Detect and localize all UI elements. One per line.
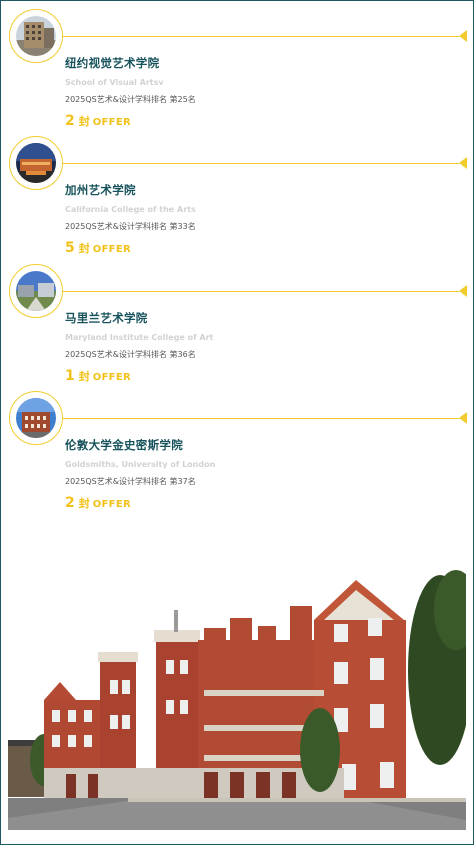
offer-count: 2 封 OFFER [65, 110, 131, 129]
arrow-left-icon [459, 285, 467, 297]
offer-word: OFFER [92, 117, 131, 128]
school-photo [16, 398, 56, 438]
school-avatar [9, 391, 63, 445]
offer-count: 1 封 OFFER [65, 365, 131, 384]
school-photo [16, 143, 56, 183]
divider-line [63, 36, 459, 37]
offer-number: 2 [65, 495, 75, 511]
offer-number: 1 [65, 368, 75, 384]
offer-unit: 封 [78, 497, 90, 510]
offer-unit: 封 [78, 242, 90, 255]
offer-word: OFFER [92, 244, 131, 255]
school-name: 伦敦大学金史密斯学院 [65, 438, 183, 452]
qs-rank: 2025QS艺术&设计学科排名 第37名 [65, 477, 196, 486]
school-entry: 纽约视觉艺术学院 School of Visual Artsv 2025QS艺术… [0, 9, 474, 137]
school-name: 马里兰艺术学院 [65, 311, 148, 325]
offer-word: OFFER [92, 372, 131, 383]
school-name-en: School of Visual Artsv [65, 78, 164, 87]
divider-line [63, 418, 459, 419]
school-entry: 伦敦大学金史密斯学院 Goldsmiths, University of Lon… [0, 391, 474, 519]
school-name-en: California College of the Arts [65, 205, 196, 214]
offer-count: 2 封 OFFER [65, 492, 131, 511]
school-entry: 加州艺术学院 California College of the Arts 20… [0, 136, 474, 264]
school-name-en: Maryland Institute College of Art [65, 333, 214, 342]
school-avatar [9, 9, 63, 63]
divider-line [63, 291, 459, 292]
school-photo [16, 271, 56, 311]
school-name: 纽约视觉艺术学院 [65, 56, 160, 70]
offer-number: 5 [65, 240, 75, 256]
school-name: 加州艺术学院 [65, 183, 136, 197]
offer-unit: 封 [78, 115, 90, 128]
school-name-en: Goldsmiths, University of London [65, 460, 216, 469]
arrow-left-icon [459, 412, 467, 424]
school-avatar [9, 264, 63, 318]
arrow-left-icon [459, 157, 467, 169]
offer-unit: 封 [78, 370, 90, 383]
building-photo [8, 540, 474, 830]
offer-word: OFFER [92, 499, 131, 510]
divider-line [63, 163, 459, 164]
school-photo [16, 16, 56, 56]
school-avatar [9, 136, 63, 190]
school-entry: 马里兰艺术学院 Maryland Institute College of Ar… [0, 264, 474, 392]
qs-rank: 2025QS艺术&设计学科排名 第25名 [65, 95, 196, 104]
offer-number: 2 [65, 113, 75, 129]
offer-count: 5 封 OFFER [65, 237, 131, 256]
qs-rank: 2025QS艺术&设计学科排名 第36名 [65, 350, 196, 359]
qs-rank: 2025QS艺术&设计学科排名 第33名 [65, 222, 196, 231]
arrow-left-icon [459, 30, 467, 42]
